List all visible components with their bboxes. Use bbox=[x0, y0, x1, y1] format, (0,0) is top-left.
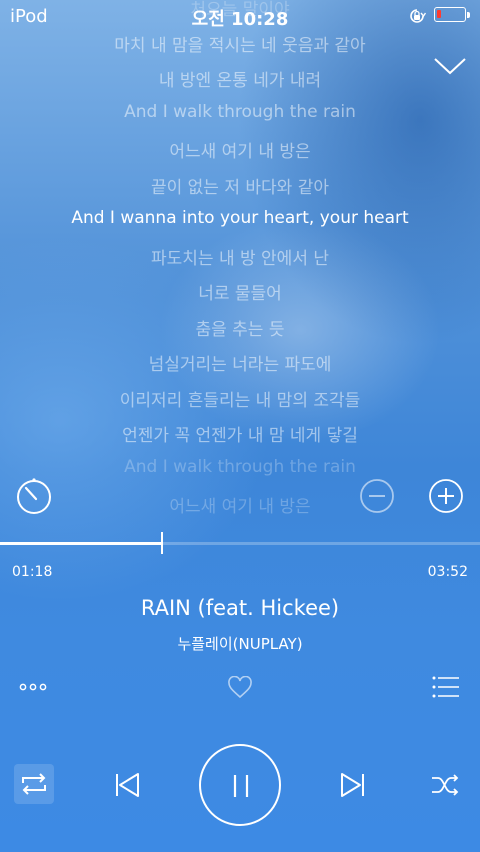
pause-icon bbox=[230, 773, 252, 799]
more-icon bbox=[18, 680, 50, 694]
song-artist[interactable]: 누플레이(NUPLAY) bbox=[0, 633, 480, 654]
shuffle-icon bbox=[430, 770, 460, 800]
font-increase-button[interactable] bbox=[428, 478, 464, 514]
plus-icon bbox=[428, 478, 464, 514]
progress-bar[interactable] bbox=[0, 542, 480, 545]
lyric-line[interactable]: 끝이 없는 저 바다와 같아 bbox=[0, 173, 480, 198]
elapsed-time: 01:18 bbox=[12, 564, 53, 580]
lyric-line[interactable]: 어느새 여기 내 방은 bbox=[0, 492, 480, 517]
heart-icon bbox=[227, 676, 253, 700]
next-button[interactable] bbox=[338, 770, 368, 800]
lyric-line[interactable]: 넘실거리는 너라는 파도에 bbox=[0, 350, 480, 375]
lyric-line[interactable]: 언젠가 꼭 언젠가 내 맘 네게 닿길 bbox=[0, 421, 480, 446]
song-title: RAIN (feat. Hickee) bbox=[140, 596, 340, 620]
repeat-button[interactable] bbox=[14, 764, 54, 804]
lyric-line-current[interactable]: And I wanna into your heart, your heart bbox=[0, 208, 480, 228]
lyric-line[interactable]: 처오늘 말이야 bbox=[0, 0, 480, 20]
lyric-line[interactable]: 춤을 추는 듯 bbox=[0, 315, 480, 340]
next-icon bbox=[338, 770, 368, 800]
sleep-timer-button[interactable] bbox=[14, 476, 54, 516]
lyric-line[interactable]: 이리저리 흔들리는 내 맘의 조각들 bbox=[0, 386, 480, 411]
collapse-button[interactable] bbox=[432, 52, 468, 80]
lyrics-view[interactable]: 처오늘 말이야마치 내 맘을 적시는 네 웃음과 같아내 방엔 온통 네가 내려… bbox=[0, 0, 480, 540]
lyric-line[interactable]: And I walk through the rain bbox=[0, 457, 480, 477]
lyric-line[interactable]: 내 방엔 온통 네가 내려 bbox=[0, 66, 480, 91]
minus-icon bbox=[359, 478, 395, 514]
progress-thumb[interactable] bbox=[161, 532, 164, 554]
lyric-line[interactable]: And I walk through the rain bbox=[0, 102, 480, 122]
playlist-button[interactable] bbox=[432, 675, 460, 699]
like-button[interactable] bbox=[227, 676, 253, 700]
total-time: 03:52 bbox=[427, 564, 468, 580]
repeat-icon bbox=[14, 764, 54, 804]
timer-icon bbox=[14, 476, 54, 516]
pause-button[interactable] bbox=[199, 744, 281, 826]
font-decrease-button[interactable] bbox=[359, 478, 395, 514]
previous-button[interactable] bbox=[112, 770, 142, 800]
more-button[interactable] bbox=[18, 680, 50, 694]
list-icon bbox=[432, 675, 460, 699]
lyric-line[interactable]: 너로 물들어 bbox=[0, 279, 480, 304]
chevron-down-icon bbox=[432, 52, 468, 80]
lyric-line[interactable]: 파도치는 내 방 안에서 난 bbox=[0, 244, 480, 269]
lyric-line[interactable]: 마치 내 맘을 적시는 네 웃음과 같아 bbox=[0, 31, 480, 56]
progress-fill bbox=[0, 542, 162, 545]
shuffle-button[interactable] bbox=[430, 770, 460, 800]
lyric-line[interactable]: 어느새 여기 내 방은 bbox=[0, 137, 480, 162]
previous-icon bbox=[112, 770, 142, 800]
